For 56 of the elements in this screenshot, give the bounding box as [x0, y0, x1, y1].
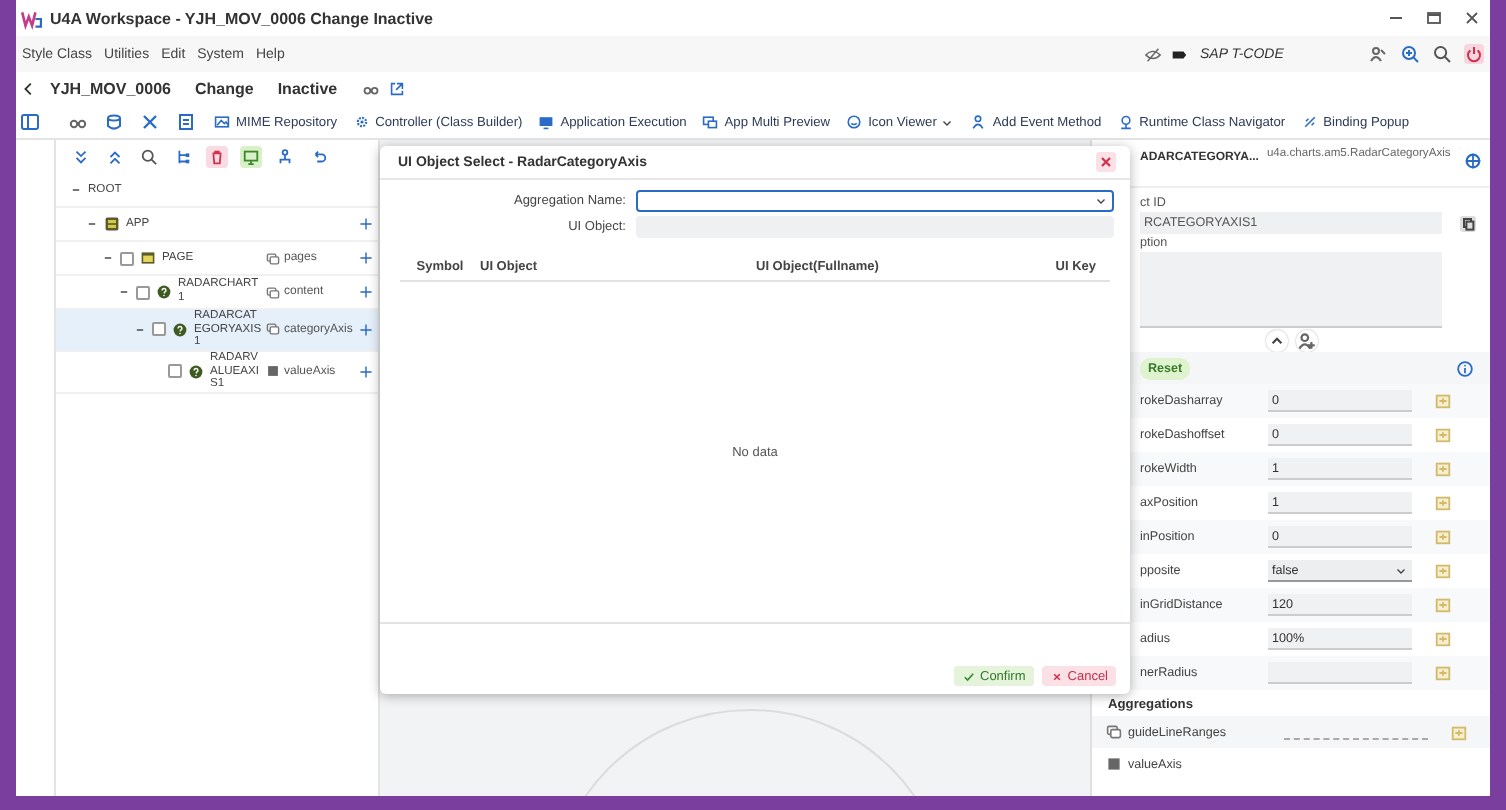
smiley-icon	[846, 114, 863, 130]
chevron-icon	[1094, 194, 1108, 208]
description-field[interactable]	[1140, 252, 1442, 328]
document-icon[interactable]	[176, 112, 196, 132]
copy-icon[interactable]	[1458, 213, 1478, 233]
image-icon	[214, 114, 230, 130]
zoom-in-icon[interactable]	[1400, 44, 1420, 64]
add-icon[interactable]	[358, 216, 374, 232]
question-icon	[172, 321, 188, 338]
sidebar-icon[interactable]	[20, 112, 40, 132]
collapse-all-icon[interactable]	[104, 146, 126, 168]
add-icon[interactable]	[358, 250, 374, 266]
mode-label: Change	[194, 80, 254, 98]
search-icon[interactable]	[138, 146, 160, 168]
power-icon[interactable]	[1464, 44, 1484, 64]
checkbox[interactable]	[152, 322, 166, 337]
question-icon	[156, 284, 172, 300]
question-icon	[188, 363, 204, 380]
pin-icon	[1117, 114, 1134, 130]
app-id: YJH_MOV_0006	[50, 80, 171, 98]
monitor-icon[interactable]	[240, 146, 262, 168]
link-icon	[1301, 114, 1318, 130]
add-icon[interactable]	[358, 363, 374, 380]
monitor-icon	[538, 114, 555, 130]
expand-all-icon[interactable]	[70, 146, 92, 168]
maximize-icon[interactable]	[1424, 8, 1444, 28]
screens-icon	[702, 114, 719, 130]
user-icon[interactable]	[1368, 44, 1388, 64]
close-icon	[1049, 669, 1064, 683]
checkbox[interactable]	[120, 251, 134, 265]
search-icon[interactable]	[1432, 44, 1452, 64]
hierarchy-icon[interactable]	[274, 146, 296, 168]
checkbox[interactable]	[136, 285, 150, 299]
collapse-icon[interactable]	[1265, 330, 1287, 352]
database-icon[interactable]	[104, 112, 124, 132]
close-icon[interactable]	[1096, 152, 1116, 172]
status-label: Inactive	[277, 80, 338, 98]
hidden-eye-icon[interactable]	[1144, 45, 1162, 63]
page-icon	[140, 250, 156, 266]
add-icon[interactable]	[358, 321, 374, 338]
dropdown-field[interactable]	[636, 190, 1114, 212]
property-field[interactable]	[1268, 662, 1412, 684]
external-link-icon[interactable]	[387, 80, 406, 98]
info-icon[interactable]	[1456, 359, 1474, 377]
user-add-icon[interactable]	[1295, 330, 1317, 352]
navigate-icon[interactable]	[1464, 152, 1482, 170]
person-icon	[970, 114, 987, 130]
close-icon[interactable]	[1462, 8, 1482, 28]
delete-icon[interactable]	[206, 146, 228, 168]
checkbox[interactable]	[168, 364, 182, 379]
check-icon	[962, 669, 976, 683]
app-logo-icon	[20, 7, 42, 29]
add-icon[interactable]	[358, 284, 374, 300]
gear-icon	[353, 114, 370, 130]
window-title: U4A Workspace - YJH_MOV_0006 Change Inactive	[50, 9, 433, 27]
app-icon	[104, 216, 120, 232]
